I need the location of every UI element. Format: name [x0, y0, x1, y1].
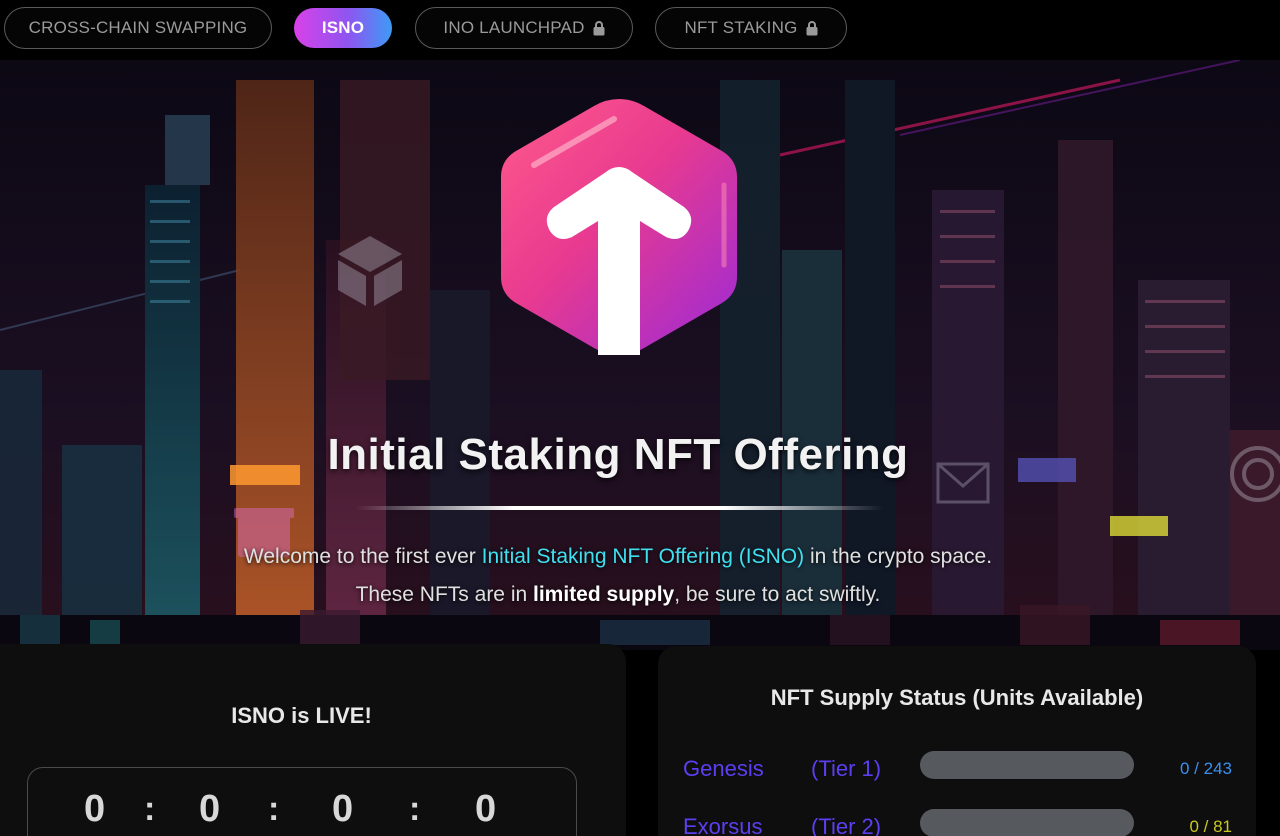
tier-exorsus-label: (Tier 2)	[811, 814, 882, 836]
tier-exorsus-count: 0 / 81	[1189, 817, 1232, 836]
tier-genesis-name: Genesis	[683, 756, 764, 781]
hero-description-line-1: Welcome to the first ever Initial Stakin…	[0, 538, 1236, 576]
tier-exorsus-name: Exorsus	[683, 814, 763, 836]
countdown-hours: 0	[199, 788, 221, 830]
tier-genesis-progress-bar	[920, 751, 1134, 779]
limited-supply-emphasis: limited supply	[533, 583, 675, 606]
countdown-separator: :	[268, 790, 280, 828]
countdown-days: 0	[84, 788, 106, 830]
top-nav: CROSS-CHAIN SWAPPING ISNO INO LAUNCHPAD …	[0, 0, 1280, 60]
page: CROSS-CHAIN SWAPPING ISNO INO LAUNCHPAD …	[0, 0, 1280, 836]
lock-icon	[806, 21, 818, 36]
nav-tab-ino-launchpad[interactable]: INO LAUNCHPAD	[415, 7, 633, 49]
hero-title: Initial Staking NFT Offering	[327, 430, 909, 479]
nav-tab-label: CROSS-CHAIN SWAPPING	[28, 18, 248, 37]
nav-tab-label: ISNO	[321, 18, 365, 37]
isno-logo	[501, 99, 737, 355]
countdown-separator: :	[409, 790, 421, 828]
tier-exorsus-progress-bar	[920, 809, 1134, 836]
hero-description: Welcome to the first ever Initial Stakin…	[0, 538, 1236, 614]
text: Welcome to the first ever	[243, 545, 482, 568]
hero-banner: Initial Staking NFT Offering Welcome to …	[0, 60, 1280, 650]
text: , be sure to act swiftly.	[674, 583, 881, 606]
nav-tab-label: NFT STAKING	[684, 18, 798, 37]
supply-panel-title: NFT Supply Status (Units Available)	[770, 685, 1144, 710]
isno-highlight: Initial Staking NFT Offering (ISNO)	[481, 545, 805, 568]
countdown-separator: :	[144, 790, 156, 828]
hero-divider	[355, 506, 883, 510]
tier-genesis-label: (Tier 1)	[811, 756, 882, 781]
nft-supply-panel	[658, 646, 1256, 836]
nav-tab-nft-staking[interactable]: NFT STAKING	[655, 7, 847, 49]
nav-tab-isno[interactable]: ISNO	[294, 8, 392, 48]
hero-description-line-2: These NFTs are in limited supply, be sur…	[0, 576, 1236, 614]
countdown-seconds: 0	[475, 788, 497, 830]
nav-tab-cross-chain-swapping[interactable]: CROSS-CHAIN SWAPPING	[4, 7, 272, 49]
tier-genesis-count: 0 / 243	[1180, 759, 1232, 778]
live-panel-title: ISNO is LIVE!	[231, 703, 372, 728]
text: in the crypto space.	[804, 545, 993, 568]
text: These NFTs are in	[355, 583, 534, 606]
nav-tab-label: INO LAUNCHPAD	[443, 18, 585, 37]
countdown-minutes: 0	[332, 788, 354, 830]
lock-icon	[593, 21, 605, 36]
